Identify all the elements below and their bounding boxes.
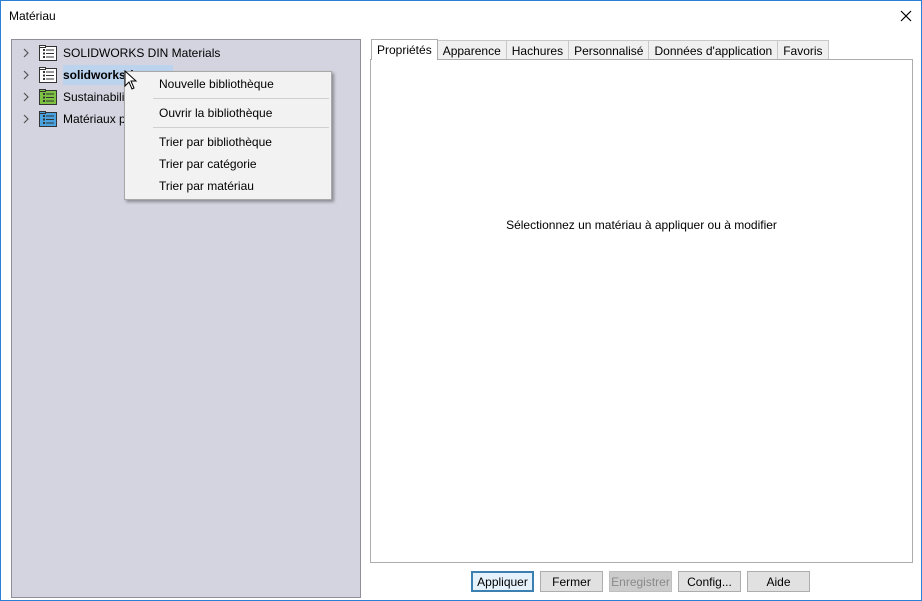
tab-content-panel: Sélectionnez un matériau à appliquer ou … (370, 59, 913, 563)
help-button[interactable]: Aide (747, 571, 810, 592)
library-icon (39, 89, 57, 105)
window-title: Matériau (9, 9, 56, 23)
save-button[interactable]: Enregistrer (609, 571, 672, 592)
tab-properties[interactable]: Propriétés (371, 39, 438, 60)
menu-item-sort-by-category[interactable]: Trier par catégorie (159, 157, 257, 171)
config-button[interactable]: Config... (678, 571, 741, 592)
menu-item-open-library[interactable]: Ouvrir la bibliothèque (159, 106, 272, 120)
apply-button[interactable]: Appliquer (471, 571, 534, 592)
tree-item-label: Matériaux p (63, 112, 126, 126)
tab-bar: Propriétés Apparence Hachures Personnali… (371, 39, 829, 60)
menu-separator (153, 98, 329, 99)
tab-favorites[interactable]: Favoris (777, 40, 829, 60)
chevron-right-icon[interactable] (20, 113, 32, 125)
library-icon (39, 111, 57, 127)
title-bar: Matériau (1, 1, 921, 32)
menu-item-sort-by-material[interactable]: Trier par matériau (159, 179, 254, 193)
tab-hatching[interactable]: Hachures (505, 40, 570, 60)
chevron-right-icon[interactable] (20, 47, 32, 59)
tab-application-data[interactable]: Données d'application (648, 40, 779, 60)
menu-separator (153, 127, 329, 128)
mouse-cursor-icon (124, 70, 138, 90)
tree-item-materiaux[interactable]: Matériaux p (12, 108, 130, 130)
chevron-right-icon[interactable] (20, 91, 32, 103)
context-menu: Nouvelle bibliothèque Ouvrir la biblioth… (124, 71, 332, 200)
material-dialog: Matériau SOLIDWORKS DIN Materials solidw… (0, 0, 922, 601)
library-icon (39, 45, 57, 61)
close-window-button[interactable] (895, 5, 917, 27)
tree-item-sustainability[interactable]: Sustainabili (12, 86, 128, 108)
tab-appearance[interactable]: Apparence (436, 40, 507, 60)
tree-item-label: Sustainabili (63, 90, 125, 104)
close-icon (900, 10, 912, 22)
tree-item-solidworks-din[interactable]: SOLIDWORKS DIN Materials (12, 42, 224, 64)
chevron-right-icon[interactable] (20, 69, 32, 81)
tab-custom[interactable]: Personnalisé (568, 40, 650, 60)
empty-state-message: Sélectionnez un matériau à appliquer ou … (506, 218, 777, 232)
library-icon (39, 67, 57, 83)
close-button[interactable]: Fermer (540, 571, 603, 592)
tree-item-label: solidworks ( (63, 68, 134, 82)
menu-item-sort-by-library[interactable]: Trier par bibliothèque (159, 135, 272, 149)
tree-item-label: SOLIDWORKS DIN Materials (63, 46, 221, 60)
menu-item-new-library[interactable]: Nouvelle bibliothèque (159, 77, 274, 91)
